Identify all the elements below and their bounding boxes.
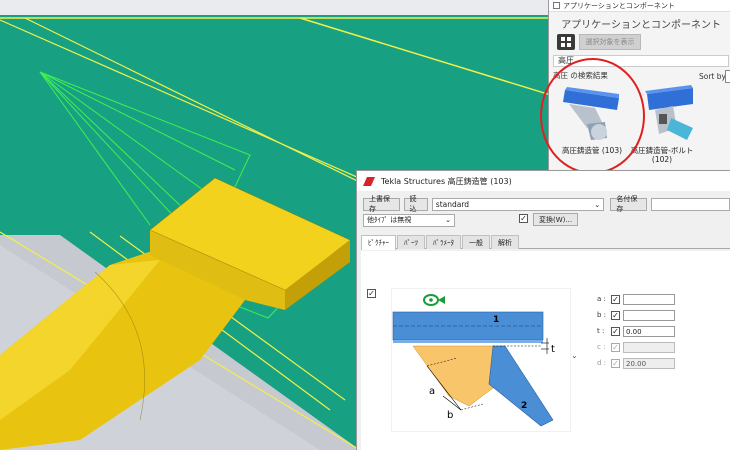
panel-window-icon [553,2,560,9]
pipe-component-icon [563,87,619,140]
picture-checkbox[interactable]: ✓ [367,289,376,298]
param-row-c: c : ✓ [597,341,675,353]
component-label: 高圧鋳造管-ボルト (102) [630,146,694,164]
param-t-input[interactable]: 0.00 [623,325,675,337]
dialog-row-type: 他ﾀｲﾌﾟ は無視 ⌄ ✓ 変換(W)... [363,213,730,227]
preset-select[interactable]: standard ⌄ [431,197,605,211]
apps-panel-titlebar: アプリケーションとコンポーネント [549,0,730,12]
param-b-checkbox[interactable]: ✓ [611,310,620,320]
tekla-logo-icon [363,176,375,186]
chevron-down-icon[interactable]: ⌄ [571,351,578,360]
load-button[interactable]: 読込 [403,195,428,213]
param-c-input [623,341,675,353]
applications-components-panel: アプリケーションとコンポーネント アプリケーションとコンポーネント 選択対象を表… [548,0,730,170]
component-label: 高圧鋳造管 (103) [561,146,623,155]
search-input[interactable]: 高圧 [553,55,729,67]
save-button[interactable]: 上書保存 [363,195,400,213]
save-as-button[interactable]: 名付保存 [610,195,647,213]
sort-by-label: Sort by [699,72,726,81]
param-a-input[interactable] [623,293,675,305]
param-d-checkbox: ✓ [611,358,620,368]
param-b-label: b : [597,311,607,319]
preset-value: standard [435,199,470,209]
param-row-a: a : ✓ [597,293,675,305]
connection-diagram: 1 2 t a b [391,288,571,432]
dialog-tabs: ﾋﾟｸﾁｬｰ ﾊﾟｰﾂ ﾊﾟﾗﾒｰﾀ 一般 解析 [361,235,730,250]
component-dialog: Tekla Structures 高圧鋳造管 (103) 上書保存 読込 sta… [356,170,730,450]
tab-parts[interactable]: ﾊﾟｰﾂ [397,235,425,249]
param-a-checkbox[interactable]: ✓ [611,294,620,304]
sort-by-select[interactable] [725,70,730,83]
apply-checkbox[interactable]: ✓ [519,214,528,223]
param-d-label: d : [597,359,607,367]
dimension-t-label: t [551,344,555,355]
tab-general[interactable]: 一般 [462,235,490,249]
tab-parameters[interactable]: ﾊﾟﾗﾒｰﾀ [426,235,461,249]
param-row-t: t : ✓ 0.00 [597,325,675,337]
chevron-down-icon: ⌄ [594,199,601,209]
part1-label: 1 [493,315,499,325]
param-b-input[interactable] [623,309,675,321]
apps-panel-heading: アプリケーションとコンポーネント [561,20,721,31]
dimension-b-label: b [447,410,453,421]
param-a-label: a : [597,295,606,303]
component-card-pipe-bolt[interactable]: 高圧鋳造管-ボルト (102) [627,84,697,168]
param-t-label: t : [597,327,605,335]
dialog-toolbar: 上書保存 読込 standard ⌄ 名付保存 [363,195,730,213]
apps-panel-title: アプリケーションとコンポーネント [563,1,675,10]
part2-label: 2 [521,401,527,411]
save-as-input[interactable] [650,197,730,211]
pipe-bolt-component-icon [645,85,693,140]
param-row-b: b : ✓ [597,309,675,321]
grid-icon [561,37,571,47]
dialog-title: Tekla Structures 高圧鋳造管 (103) [381,176,512,186]
type-filter-value: 他ﾀｲﾌﾟ は無視 [367,216,412,224]
catalog-grid-button[interactable] [557,34,575,50]
param-c-checkbox: ✓ [611,342,620,352]
dimension-a-label: a [429,386,435,397]
param-c-label: c : [597,343,606,351]
param-d-input: 20.00 [623,357,675,369]
tab-picture[interactable]: ﾋﾟｸﾁｬｰ [361,235,396,250]
chevron-down-icon: ⌄ [445,216,451,224]
apply-button[interactable]: 変換(W)... [533,213,579,226]
dialog-titlebar: Tekla Structures 高圧鋳造管 (103) [357,171,730,191]
tab-analysis[interactable]: 解析 [491,235,519,249]
type-filter-select[interactable]: 他ﾀｲﾌﾟ は無視 ⌄ [363,213,455,227]
show-selected-button[interactable]: 選択対象を表示 [579,34,641,50]
param-t-checkbox[interactable]: ✓ [611,326,620,336]
param-row-d: d : ✓ 20.00 [597,357,675,369]
search-results-label: 高圧 の検索結果 [553,71,608,80]
picture-tab-content: ✓ 1 2 t a b ⌄ a: ✓ b: ✓ t: ✓ 0.00 c:… [361,251,730,450]
component-card-pipe[interactable]: 高圧鋳造管 (103) [557,84,627,168]
